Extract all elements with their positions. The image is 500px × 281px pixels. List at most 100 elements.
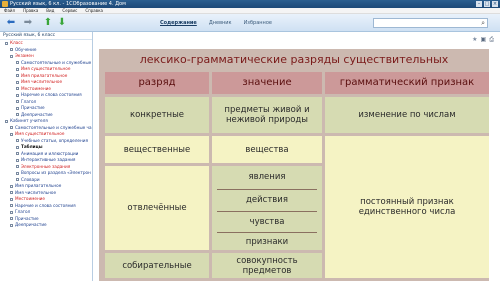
- nav-tabs: Содержание Дневник Избранное: [160, 19, 272, 27]
- page-icon: [16, 93, 19, 97]
- sidebar-item-label: Интерактивные задания: [21, 157, 76, 162]
- down-arrow-icon[interactable]: ⬇: [56, 17, 68, 29]
- sidebar-item-label: Имя прилагательное: [21, 72, 68, 78]
- menu-help[interactable]: Справка: [85, 8, 103, 13]
- search-icon[interactable]: ⌕: [481, 19, 485, 28]
- menu-view[interactable]: Вид: [46, 8, 54, 13]
- category-abstract: отвлечённые: [105, 166, 209, 250]
- category-concrete: конкретные: [105, 97, 209, 133]
- window-title: Русский язык, 6 кл. - 1СОбразование 4. Д…: [10, 1, 126, 7]
- folder-icon: [10, 48, 13, 51]
- folder-icon: [10, 132, 13, 136]
- tab-favorites[interactable]: Избранное: [244, 19, 272, 27]
- meaning-phenomena: явления: [212, 166, 322, 188]
- sidebar-item-label: Причастие: [21, 105, 45, 110]
- folder-icon: [10, 184, 13, 188]
- menu-service[interactable]: Сервис: [62, 8, 77, 13]
- sidebar-item-label: Местоимение: [15, 196, 45, 201]
- print-icon[interactable]: ⎙: [489, 36, 494, 44]
- save-icon[interactable]: ▣: [481, 36, 487, 44]
- meaning-actions: действия: [212, 190, 322, 210]
- sidebar-item-label: Самостоятельные и служебные ча: [15, 124, 92, 130]
- meaning-attributes: признаки: [212, 233, 322, 250]
- sidebar-item-label: Имя существительное: [15, 131, 65, 136]
- page-icon: [16, 152, 19, 155]
- menu-file[interactable]: Файл: [4, 8, 15, 13]
- sidebar-item-label: Самостоятельные и служебные: [21, 59, 92, 65]
- folder-icon: [5, 41, 8, 45]
- feature-singular: постоянный признак единственного числа: [325, 136, 489, 278]
- sidebar-item-label: Словари: [21, 176, 40, 182]
- meaning-material: вещества: [212, 136, 322, 163]
- page-icon: [16, 145, 19, 149]
- page-icon: [16, 61, 19, 64]
- sidebar: Русский язык, 6 класс Класс Обучение Экзам…: [0, 32, 93, 281]
- content-tools: ★ ▣ ⎙: [472, 36, 494, 44]
- sidebar-item-label: Электронные задания: [21, 163, 71, 169]
- sidebar-item-label: Имя существительное: [21, 66, 71, 71]
- folder-icon: [10, 54, 13, 58]
- header-feature: грамматический признак: [325, 72, 489, 94]
- sidebar-title: Русский язык, 6 класс: [0, 32, 92, 40]
- page-icon: [16, 80, 19, 84]
- menu-edit[interactable]: Правка: [23, 8, 38, 13]
- folder-icon: [10, 197, 13, 201]
- sidebar-item-label: Учебные статьи, определения: [21, 137, 88, 143]
- sidebar-item-label: Кабинет учителя: [10, 118, 48, 123]
- sidebar-item-label: Вопросы из раздела «Электрон: [21, 170, 91, 175]
- back-arrow-icon[interactable]: ⬅: [5, 17, 17, 29]
- window-titlebar: Русский язык, 6 кл. - 1СОбразование 4. Д…: [0, 0, 500, 8]
- page-icon: [16, 67, 19, 71]
- slide: лексико-грамматические разряды существит…: [99, 49, 489, 281]
- feature-concrete: изменение по числам: [325, 97, 489, 133]
- page-icon: [16, 100, 19, 103]
- sidebar-item[interactable]: Деепричастие: [0, 222, 92, 229]
- toolbar: ⬅ ➡ ⬆ ⬇ Содержание Дневник Избранное ⌕: [0, 14, 500, 32]
- sidebar-item-label: Анимация и иллюстрации: [21, 150, 79, 156]
- folder-icon: [5, 119, 8, 123]
- content-area: ★ ▣ ⎙ лексико-грамматические разряды сущ…: [93, 32, 500, 281]
- folder-icon: [10, 204, 13, 207]
- favorite-star-icon[interactable]: ★: [472, 36, 477, 44]
- close-icon[interactable]: ×: [492, 1, 498, 7]
- page-icon: [16, 74, 19, 77]
- tab-diary[interactable]: Дневник: [209, 19, 232, 27]
- minimize-icon[interactable]: –: [476, 1, 482, 7]
- sidebar-tree: Класс Обучение Экзамен Самостоятельные и сл…: [0, 40, 92, 229]
- sidebar-item-label: Деепричастие: [15, 222, 47, 227]
- sidebar-item-label: Таблицы: [21, 144, 43, 149]
- sidebar-item-label: Наречие и слова состояния: [21, 92, 82, 97]
- meaning-concrete: предметы живой и неживой природы: [212, 97, 322, 133]
- sidebar-item-label: Причастие: [15, 215, 39, 221]
- sidebar-item-label: Имя числительное: [15, 189, 57, 195]
- meaning-feelings: чувства: [212, 212, 322, 232]
- sidebar-item-label: Экзамен: [15, 53, 34, 58]
- sidebar-item-label: Местоимение: [21, 85, 51, 91]
- category-collective: собирательные: [105, 253, 209, 278]
- sidebar-item-label: Глагол: [15, 209, 31, 214]
- header-meaning: значение: [212, 72, 322, 94]
- app-icon: [2, 1, 8, 7]
- folder-icon: [10, 191, 13, 194]
- page-icon: [16, 113, 19, 116]
- maximize-icon[interactable]: □: [484, 1, 490, 7]
- page-icon: [16, 139, 19, 142]
- sidebar-item-label: Класс: [10, 40, 23, 45]
- forward-arrow-icon[interactable]: ➡: [22, 17, 34, 29]
- page-icon: [16, 106, 19, 110]
- tab-contents[interactable]: Содержание: [160, 19, 197, 27]
- sidebar-item-label: Имя прилагательное: [15, 183, 62, 188]
- window-controls: – □ ×: [476, 1, 498, 7]
- up-arrow-icon[interactable]: ⬆: [42, 17, 54, 29]
- slide-title: лексико-грамматические разряды существит…: [139, 53, 449, 66]
- sidebar-item-label: Наречие и слова состояния: [15, 202, 76, 208]
- sidebar-item-label: Деепричастие: [21, 111, 53, 117]
- folder-icon: [10, 210, 13, 214]
- page-icon: [16, 178, 19, 181]
- category-material: вещественные: [105, 136, 209, 163]
- header-category: разряд: [105, 72, 209, 94]
- folder-icon: [10, 223, 13, 227]
- search-input[interactable]: ⌕: [373, 18, 488, 28]
- sidebar-item-label: Глагол: [21, 98, 37, 104]
- folder-icon: [10, 126, 13, 129]
